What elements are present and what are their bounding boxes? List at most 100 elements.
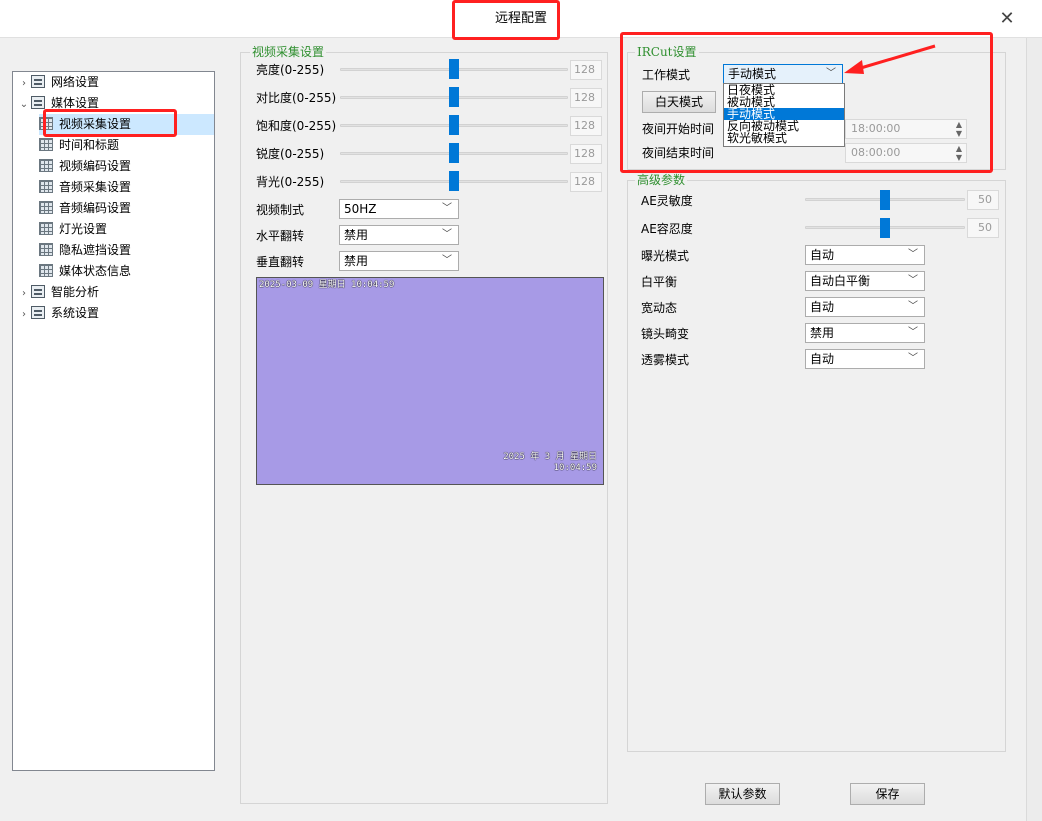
video-standard-select[interactable]: 50HZ ﹀ (339, 199, 459, 219)
tree-item[interactable]: › 网络设置 (17, 72, 212, 93)
chevron-down-icon: ﹀ (908, 249, 918, 260)
defog-mode-select[interactable]: 自动 ﹀ (805, 349, 925, 369)
video-slider-label: 背光(0-255) (256, 175, 325, 189)
grid-icon (39, 264, 53, 277)
ae-sensitivity-value[interactable]: 50 (967, 190, 999, 210)
settings-tree: › 网络设置 ⌄ 媒体设置 视频采集设置 时间和标题 视频编码设置 音频采集设置 音频编码设置灯… (12, 71, 215, 771)
tree-item[interactable]: 灯光设置 (39, 219, 214, 240)
tree-item[interactable]: › 智能分析 (17, 282, 212, 303)
video-slider-value[interactable]: 128 (570, 116, 602, 136)
day-mode-button[interactable]: 白天模式 (642, 91, 716, 113)
night-start-value: 18:00:00 (851, 122, 901, 135)
white-balance-value: 自动白平衡 (810, 274, 871, 288)
chevron-down-icon[interactable]: ⌄ (17, 94, 31, 115)
wdr-select[interactable]: 自动 ﹀ (805, 297, 925, 317)
chevron-down-icon: ﹀ (908, 301, 918, 312)
video-capture-group-title: 视频采集设置 (250, 45, 327, 59)
grid-icon (39, 159, 53, 172)
spin-arrows-icon[interactable]: ▲ ▼ (956, 120, 962, 138)
osd-bottom-line1: 2025 年 3 月 星期日 (503, 452, 597, 462)
grid-icon (39, 201, 53, 214)
ae-tolerance-slider-thumb[interactable] (880, 218, 890, 238)
chevron-down-icon: ﹀ (908, 353, 918, 364)
tree-item-label: 时间和标题 (59, 138, 120, 152)
night-end-time-field[interactable]: 08:00:00 ▲ ▼ (845, 143, 967, 163)
video-preview: 2025-03-09 星期日 10:04:59 2025 年 3 月 星期日 1… (256, 277, 604, 485)
vertical-flip-select[interactable]: 禁用 ﹀ (339, 251, 459, 271)
ae-tolerance-value[interactable]: 50 (967, 218, 999, 238)
selected-item-annotation-box (43, 109, 177, 137)
horizontal-flip-select[interactable]: 禁用 ﹀ (339, 225, 459, 245)
lens-distortion-select[interactable]: 禁用 ﹀ (805, 323, 925, 343)
grid-icon (39, 243, 53, 256)
night-end-value: 08:00:00 (851, 146, 901, 159)
video-slider-value[interactable]: 128 (570, 60, 602, 80)
grid-icon (39, 180, 53, 193)
vertical-flip-value: 禁用 (344, 254, 369, 268)
video-slider-thumb[interactable] (449, 171, 459, 191)
chevron-right-icon[interactable]: › (17, 283, 31, 304)
tree-item-label: 智能分析 (51, 285, 100, 299)
work-mode-dropdown-list: 日夜模式 被动模式 手动模式 反向被动模式 软光敏模式 (723, 83, 845, 147)
dropdown-option[interactable]: 手动模式 (724, 108, 844, 120)
dropdown-option[interactable]: 被动模式 (724, 96, 844, 108)
white-balance-label: 白平衡 (641, 275, 678, 289)
ae-sensitivity-slider-thumb[interactable] (880, 190, 890, 210)
tree-item[interactable]: 时间和标题 (39, 135, 214, 156)
tree-item[interactable]: 音频采集设置 (39, 177, 214, 198)
video-slider-value[interactable]: 128 (570, 144, 602, 164)
dropdown-option[interactable]: 软光敏模式 (724, 132, 844, 144)
video-slider-thumb[interactable] (449, 143, 459, 163)
dropdown-option[interactable]: 日夜模式 (724, 84, 844, 96)
chevron-right-icon[interactable]: › (17, 73, 31, 94)
grid-icon (39, 138, 53, 151)
ae-sensitivity-label: AE灵敏度 (641, 194, 693, 208)
video-slider-value[interactable]: 128 (570, 172, 602, 192)
tree-item-label: 音频采集设置 (59, 180, 132, 194)
tree-item-label: 媒体状态信息 (59, 264, 132, 278)
chevron-down-icon: ﹀ (826, 68, 836, 79)
default-params-button[interactable]: 默认参数 (705, 783, 780, 805)
exposure-mode-select[interactable]: 自动 ﹀ (805, 245, 925, 265)
work-mode-label: 工作模式 (642, 68, 691, 82)
server-icon (31, 96, 45, 109)
annotation-arrow-icon (844, 44, 936, 74)
tree-item[interactable]: 音频编码设置 (39, 198, 214, 219)
night-start-time-field[interactable]: 18:00:00 ▲ ▼ (845, 119, 967, 139)
video-slider-thumb[interactable] (449, 115, 459, 135)
horizontal-flip-value: 禁用 (344, 228, 369, 242)
chevron-right-icon[interactable]: › (17, 304, 31, 325)
chevron-down-icon: ﹀ (442, 229, 452, 240)
advanced-group-title: 高级参数 (635, 173, 688, 187)
horizontal-flip-label: 水平翻转 (256, 229, 305, 243)
tree-item-label: 网络设置 (51, 75, 100, 89)
advanced-group (627, 180, 1006, 752)
exposure-mode-value: 自动 (810, 248, 835, 262)
video-slider-thumb[interactable] (449, 87, 459, 107)
ircut-group-title: IRCut设置 (635, 45, 699, 59)
chevron-down-icon: ﹀ (442, 255, 452, 266)
save-button[interactable]: 保存 (850, 783, 925, 805)
video-slider-value[interactable]: 128 (570, 88, 602, 108)
title-annotation-box (452, 0, 560, 40)
lens-distortion-label: 镜头畸变 (641, 327, 690, 341)
server-icon (31, 306, 45, 319)
server-icon (31, 75, 45, 88)
tree-item[interactable]: 媒体状态信息 (39, 261, 214, 282)
tree-item[interactable]: › 系统设置 (17, 303, 212, 324)
video-slider-label: 饱和度(0-255) (256, 119, 337, 133)
work-mode-value: 手动模式 (728, 67, 777, 81)
spin-arrows-icon[interactable]: ▲ ▼ (956, 144, 962, 162)
dropdown-option[interactable]: 反向被动模式 (724, 120, 844, 132)
tree-item[interactable]: 视频编码设置 (39, 156, 214, 177)
video-slider-thumb[interactable] (449, 59, 459, 79)
grid-icon (39, 222, 53, 235)
tree-item-label: 系统设置 (51, 306, 100, 320)
white-balance-select[interactable]: 自动白平衡 ﹀ (805, 271, 925, 291)
tree-item-label: 灯光设置 (59, 222, 108, 236)
work-mode-select[interactable]: 手动模式 ﹀ (723, 64, 843, 84)
tree-item[interactable]: 隐私遮挡设置 (39, 240, 214, 261)
close-icon[interactable]: ✕ (994, 6, 1020, 32)
tree-item-label: 媒体设置 (51, 96, 100, 110)
defog-mode-value: 自动 (810, 352, 835, 366)
